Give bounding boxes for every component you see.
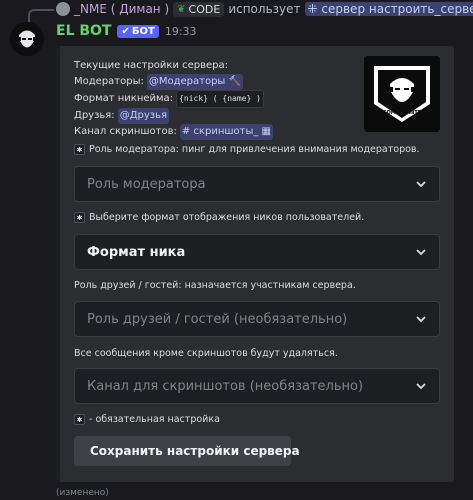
note-required-text: - обязательная настройка bbox=[89, 414, 220, 425]
note-moderator-text: Роль модератора: пинг для привлечения вн… bbox=[89, 144, 420, 155]
comentante-logo-icon bbox=[364, 56, 440, 132]
command-text: сервер настроить_сервер bbox=[321, 2, 473, 16]
friends-role-select[interactable]: Роль друзей / гостей (необязательно) bbox=[74, 301, 440, 337]
friends-label: Друзья: bbox=[74, 110, 115, 121]
asterisk-icon: ✱ bbox=[74, 414, 85, 425]
current-settings: Текущие настройки сервера: Модераторы: @… bbox=[74, 58, 273, 140]
hammer-icon: 🔨 bbox=[228, 76, 241, 87]
bot-badge: ✔ БОТ bbox=[117, 24, 159, 38]
embed-thumbnail[interactable]: COMENTANTE bbox=[364, 56, 440, 132]
reply-username[interactable]: _NME ( Диман ) bbox=[74, 2, 169, 16]
note-friends: Роль друзей / гостей: назначается участн… bbox=[74, 280, 356, 291]
bot-avatar[interactable] bbox=[10, 22, 44, 56]
settings-title: Текущие настройки сервера: bbox=[74, 60, 229, 71]
moderators-mention[interactable]: @Модераторы 🔨 bbox=[146, 74, 243, 90]
app-badge-label: CODE bbox=[188, 2, 221, 16]
screenshots-channel-mention[interactable]: # скриншоты_ ▦ bbox=[179, 124, 273, 140]
command-icon: ⁜ bbox=[307, 2, 318, 16]
check-icon: ✔ bbox=[121, 25, 130, 37]
slash-command-link[interactable]: ⁜ сервер настроить_сервер bbox=[304, 2, 473, 16]
chevron-down-icon bbox=[416, 249, 426, 256]
leaf-icon: ❦ bbox=[177, 3, 186, 15]
author-name[interactable]: EL BOT bbox=[56, 23, 111, 39]
note-screenshots-text: Все сообщения кроме скриншотов будут уда… bbox=[74, 348, 338, 359]
app-badge: ❦ CODE bbox=[173, 1, 225, 17]
bearded-man-icon bbox=[10, 22, 44, 56]
nick-format-label: Формат никнейма: bbox=[74, 93, 174, 104]
reply-avatar[interactable] bbox=[56, 2, 70, 16]
chevron-down-icon bbox=[416, 383, 426, 390]
edited-marker: (изменено) bbox=[56, 488, 109, 498]
friends-mention[interactable]: @Друзья bbox=[117, 108, 169, 124]
bot-badge-label: БОТ bbox=[131, 25, 155, 37]
note-required: ✱ - обязательная настройка bbox=[74, 414, 220, 425]
moderator-role-select[interactable]: Роль модератора bbox=[74, 166, 440, 202]
nick-format-selected: Формат ника bbox=[87, 244, 186, 260]
screenshots-channel-text: # скриншоты_ bbox=[181, 126, 259, 137]
chevron-down-icon bbox=[416, 316, 426, 323]
asterisk-icon: ✱ bbox=[74, 212, 85, 223]
save-settings-label: Сохранить настройки сервера bbox=[90, 444, 300, 458]
chevron-down-icon bbox=[416, 181, 426, 188]
screenshots-channel-select[interactable]: Канал для скриншотов (необязательно) bbox=[74, 368, 440, 404]
note-screenshots: Все сообщения кроме скриншотов будут уда… bbox=[74, 348, 338, 359]
save-settings-button[interactable]: Сохранить настройки сервера bbox=[74, 436, 300, 466]
moderator-role-placeholder: Роль модератора bbox=[87, 176, 206, 192]
screenshots-channel-placeholder: Канал для скриншотов (необязательно) bbox=[87, 378, 364, 394]
settings-embed: Текущие настройки сервера: Модераторы: @… bbox=[56, 46, 454, 482]
message-header: EL BOT ✔ БОТ 19:33 bbox=[56, 22, 197, 40]
nick-format-select[interactable]: Формат ника bbox=[74, 234, 440, 270]
asterisk-icon: ✱ bbox=[74, 144, 85, 155]
note-friends-text: Роль друзей / гостей: назначается участн… bbox=[74, 280, 356, 291]
note-moderator: ✱ Роль модератора: пинг для привлечения … bbox=[74, 144, 420, 155]
reply-header[interactable]: _NME ( Диман ) ❦ CODE использует ⁜ серве… bbox=[56, 1, 473, 17]
moderators-label: Модераторы: bbox=[74, 76, 144, 87]
screenshots-label: Канал скриншотов: bbox=[74, 126, 177, 137]
note-nick: ✱ Выберите формат отображения ников поль… bbox=[74, 212, 364, 223]
thumbnail-caption: COMENTANTE bbox=[382, 110, 422, 116]
moderators-mention-text: @Модераторы bbox=[148, 76, 226, 87]
note-nick-text: Выберите формат отображения ников пользо… bbox=[89, 212, 365, 223]
reply-verb: использует bbox=[228, 2, 301, 16]
nick-format-value: {nick} ( {name} ) bbox=[176, 90, 264, 108]
message-timestamp[interactable]: 19:33 bbox=[165, 25, 197, 38]
image-icon: ▦ bbox=[261, 126, 271, 137]
friends-role-placeholder: Роль друзей / гостей (необязательно) bbox=[87, 311, 348, 327]
reply-connector bbox=[28, 9, 54, 23]
